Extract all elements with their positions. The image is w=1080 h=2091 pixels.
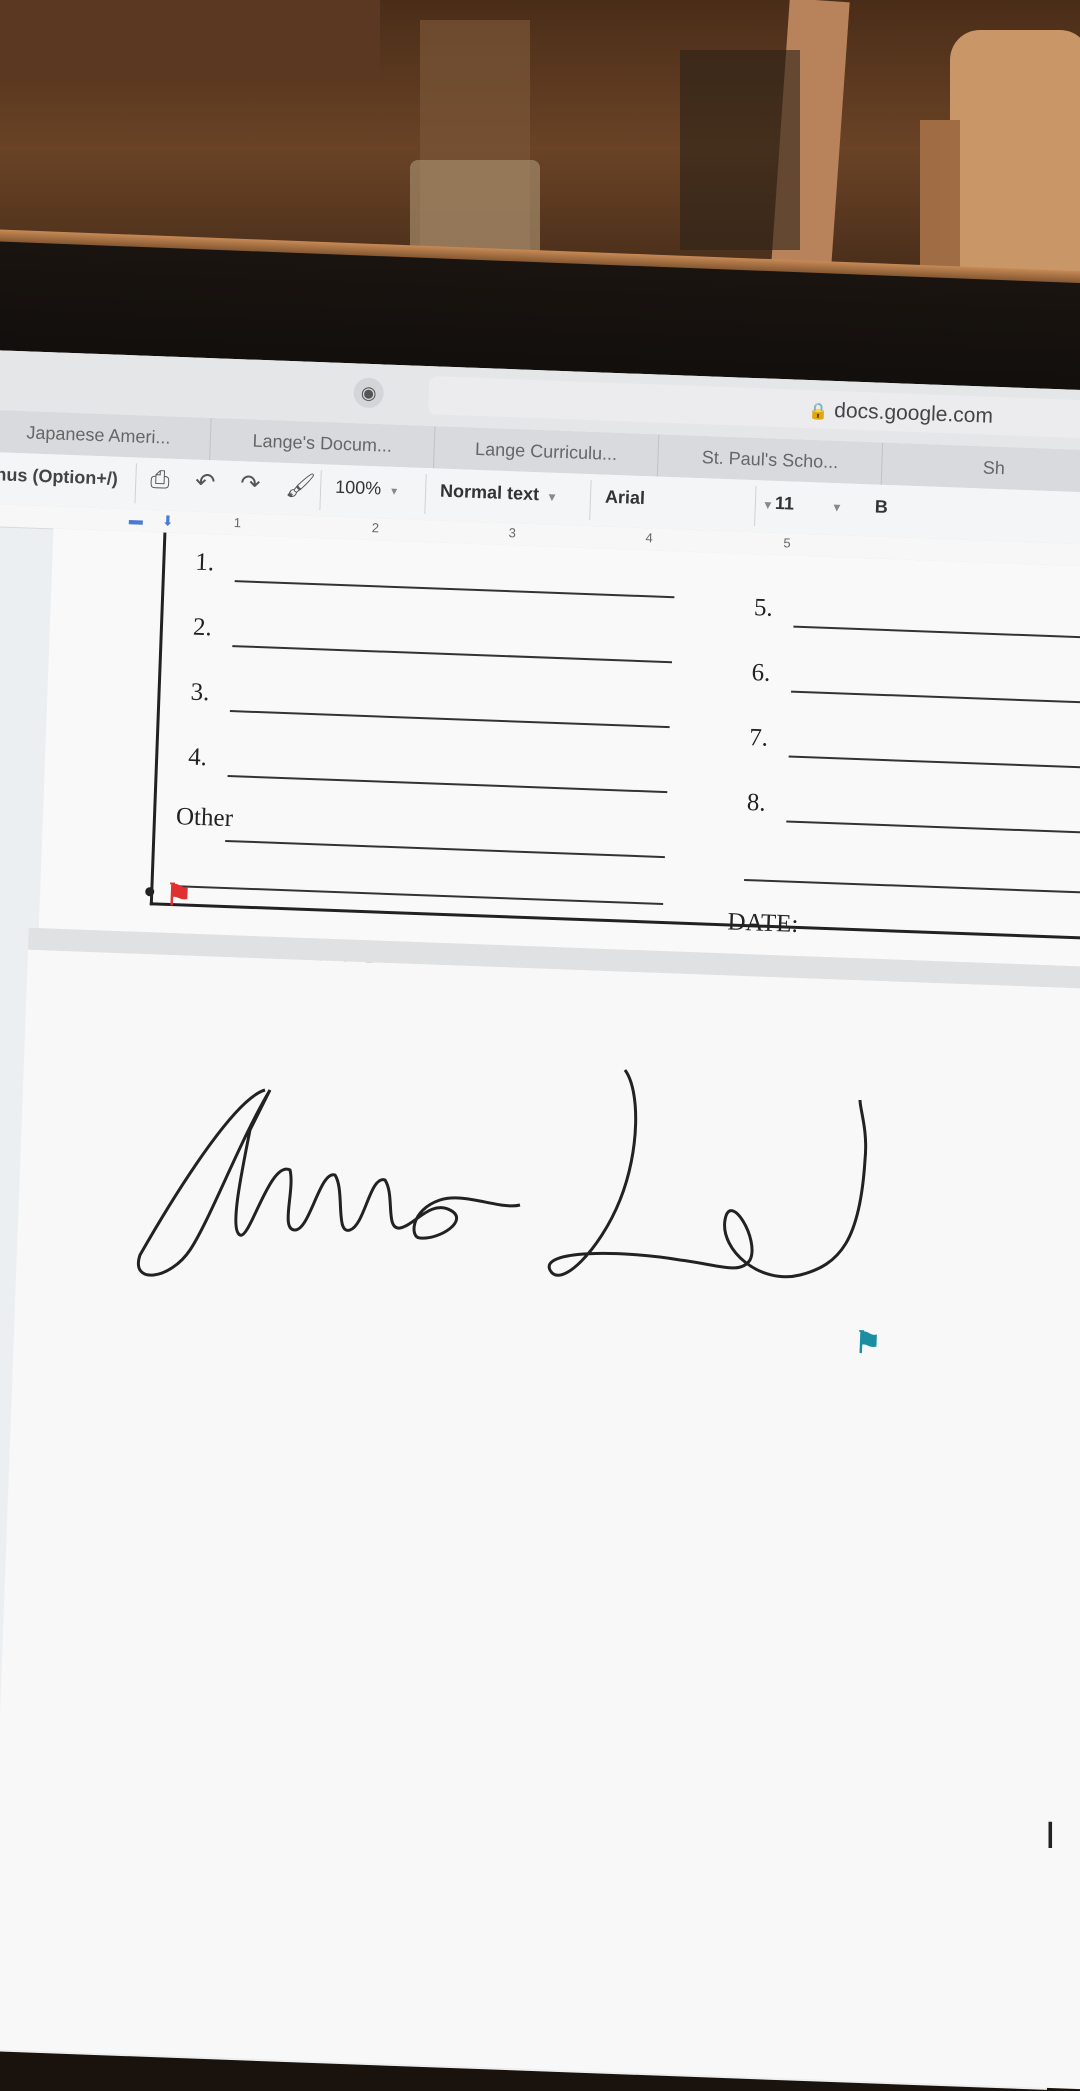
signature-line [234,580,675,599]
form-item-number: 5. [753,594,774,622]
toolbar-divider [589,480,592,521]
zoom-value: 100% [334,476,382,499]
ruler-number: 3 [508,525,517,541]
ruler-number: 1 [233,515,242,531]
form-date-label: DATE: [727,908,799,938]
signature-line [225,839,665,859]
form-other-label: Other [175,803,234,833]
ruler-number: 2 [371,520,380,536]
ruler-number: 5 [783,535,791,551]
toolbar-divider [319,470,322,511]
text-cursor-icon: I [1045,1815,1056,1857]
font-select[interactable]: Arial ▾ [605,487,772,514]
toolbar-divider [134,463,137,504]
document-page[interactable]: 1. 2. 3. 4. Other 5. 6. 7. 8. DATE: ⚑ [38,528,1080,968]
signature-line [793,625,1080,640]
font-value: Arial [604,486,646,509]
shelf [0,0,380,80]
chevron-down-icon: ▾ [764,497,772,512]
form-item-number: 8. [746,789,767,817]
signature-line [232,645,673,664]
indent-marker-icon[interactable]: ▬ [129,511,144,528]
chevron-down-icon: ▾ [833,500,841,515]
signature-line [173,885,664,906]
bookmark-flag-icon[interactable]: ⚑ [164,878,193,914]
chevron-down-icon: ▾ [390,483,398,499]
undo-icon[interactable]: ↶ [195,468,216,498]
tab-stop-icon[interactable]: ⬇ [162,512,174,529]
signature-line [227,774,668,794]
signature-line [790,690,1080,705]
dark-corner [680,50,800,250]
url-text: docs.google.com [833,398,994,428]
font-size-select[interactable]: 11 ▾ [775,493,841,516]
signature-line [229,710,670,729]
signature-line [788,755,1080,770]
bold-button[interactable]: B [874,497,888,518]
print-icon[interactable]: ⎙ [150,466,170,495]
redo-icon[interactable]: ↷ [240,469,261,499]
form-item-number: 2. [192,613,213,642]
signature-line [786,820,1080,835]
form-item-number: 4. [187,743,208,772]
paint-format-icon[interactable]: 🖌 [285,471,317,501]
chevron-down-icon: ▾ [548,489,556,504]
signature-line [744,878,1080,895]
privacy-shield-icon[interactable]: ◉ [353,377,385,409]
signature-form-box: 1. 2. 3. 4. Other 5. 6. 7. 8. DATE: [149,532,1080,941]
ruler-number: 4 [645,530,654,546]
style-value: Normal text [439,480,540,505]
lock-icon: 🔒 [807,403,829,421]
font-size-value: 11 [774,492,795,514]
style-select[interactable]: Normal text ▾ [440,481,556,506]
form-item-number: 7. [748,724,769,752]
signature-drawing [136,1069,868,1279]
toolbar-divider [424,474,427,515]
form-item-number: 3. [190,678,210,707]
search-menus[interactable]: enus (Option+/) [0,464,118,490]
form-item-number: 1. [194,548,215,577]
bookmark-flag-icon[interactable]: ⚑ [854,1325,882,1361]
zoom-select[interactable]: 100% ▾ [335,477,398,500]
form-item-number: 6. [751,659,771,687]
